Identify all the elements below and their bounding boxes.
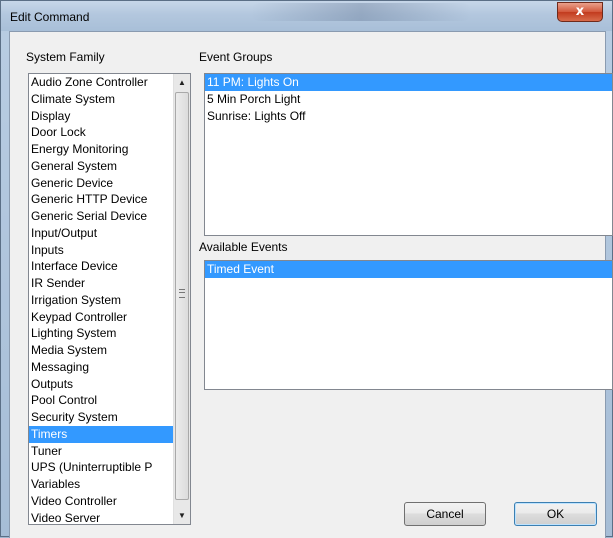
system-family-item[interactable]: Video Controller (29, 493, 190, 510)
system-family-item[interactable]: Generic Device (29, 175, 190, 192)
system-family-item[interactable]: Generic Serial Device (29, 208, 190, 225)
available-events-label: Available Events (199, 240, 288, 254)
system-family-scrollbar[interactable]: ▲ ▼ (173, 74, 190, 524)
system-family-item[interactable]: Video Server (29, 510, 190, 525)
title-bar-glare (251, 3, 471, 21)
system-family-item[interactable]: Media System (29, 342, 190, 359)
system-family-item[interactable]: Tuner (29, 443, 190, 460)
system-family-item[interactable]: Climate System (29, 91, 190, 108)
system-family-item[interactable]: Interface Device (29, 258, 190, 275)
system-family-item[interactable]: IR Sender (29, 275, 190, 292)
event-groups-items: 11 PM: Lights On 5 Min Porch Light Sunrise… (205, 74, 612, 124)
event-group-item[interactable]: Sunrise: Lights Off (205, 108, 612, 125)
system-family-item[interactable]: Input/Output (29, 225, 190, 242)
system-family-item[interactable]: Timers (29, 425, 190, 443)
system-family-items: Audio Zone Controller Climate System Displ… (29, 74, 190, 525)
close-icon: x (575, 4, 585, 19)
system-family-label: System Family (26, 50, 105, 64)
system-family-item[interactable]: Pool Control (29, 392, 190, 409)
system-family-item[interactable]: Generic HTTP Device (29, 191, 190, 208)
event-group-item[interactable]: 11 PM: Lights On (205, 74, 612, 91)
scrollbar-thumb[interactable] (175, 92, 189, 500)
edit-command-dialog: Edit Command x System Family Audio Zone … (0, 0, 613, 538)
system-family-item[interactable]: Variables (29, 476, 190, 493)
title-bar[interactable]: Edit Command x (1, 1, 612, 31)
system-family-item[interactable]: Door Lock (29, 124, 190, 141)
close-button[interactable]: x (557, 2, 603, 22)
system-family-item[interactable]: Irrigation System (29, 292, 190, 309)
system-family-item[interactable]: Messaging (29, 359, 190, 376)
system-family-item[interactable]: Outputs (29, 376, 190, 393)
system-family-item[interactable]: Lighting System (29, 325, 190, 342)
ok-button[interactable]: OK (514, 502, 597, 526)
available-events-list[interactable]: Timed Event (204, 260, 613, 390)
system-family-item[interactable]: Audio Zone Controller (29, 74, 190, 91)
available-events-items: Timed Event (205, 261, 612, 278)
system-family-item[interactable]: Keypad Controller (29, 309, 190, 326)
available-event-item[interactable]: Timed Event (205, 261, 612, 278)
system-family-item[interactable]: UPS (Uninterruptible P (29, 459, 190, 476)
dialog-client-area: System Family Audio Zone Controller Clima… (9, 31, 613, 538)
scroll-down-arrow-icon[interactable]: ▼ (174, 507, 190, 524)
event-groups-label: Event Groups (199, 50, 273, 64)
window-title: Edit Command (10, 10, 90, 24)
scroll-up-arrow-icon[interactable]: ▲ (174, 74, 190, 91)
cancel-button[interactable]: Cancel (404, 502, 486, 526)
system-family-item[interactable]: Inputs (29, 242, 190, 259)
event-group-item[interactable]: 5 Min Porch Light (205, 91, 612, 108)
system-family-item[interactable]: Security System (29, 409, 190, 426)
system-family-item[interactable]: Display (29, 108, 190, 125)
system-family-list[interactable]: Audio Zone Controller Climate System Displ… (28, 73, 191, 525)
thumb-grip-icon (179, 289, 185, 298)
event-groups-list[interactable]: 11 PM: Lights On 5 Min Porch Light Sunrise… (204, 73, 613, 236)
system-family-item[interactable]: General System (29, 158, 190, 175)
system-family-item[interactable]: Energy Monitoring (29, 141, 190, 158)
